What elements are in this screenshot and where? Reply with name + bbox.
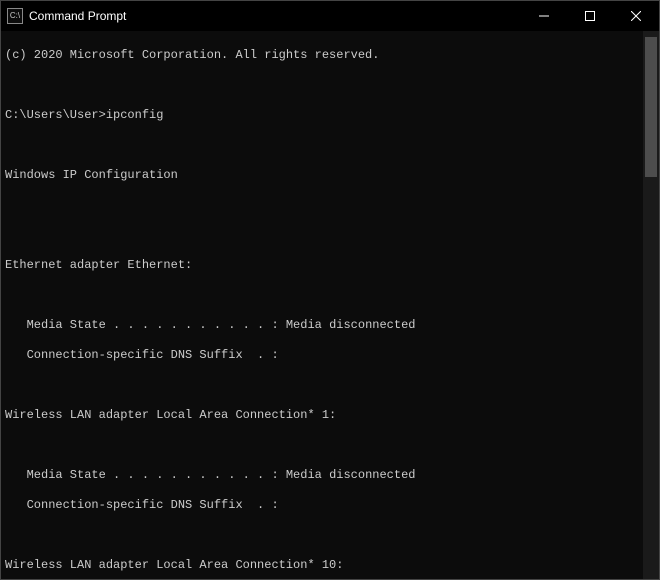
adapter-wlan1-title: Wireless LAN adapter Local Area Connecti… (5, 408, 639, 423)
typed-command: ipconfig (106, 108, 164, 122)
prompt-path: C:\Users\User> (5, 108, 106, 122)
ipconfig-header: Windows IP Configuration (5, 168, 639, 183)
copyright-text: (c) 2020 Microsoft Corporation. All righ… (5, 48, 379, 62)
titlebar-left: C:\ Command Prompt (1, 8, 126, 24)
command-line: C:\Users\User>ipconfig (5, 108, 639, 123)
scrollbar-thumb[interactable] (645, 37, 657, 177)
minimize-icon (539, 11, 549, 21)
maximize-button[interactable] (567, 1, 613, 31)
minimize-button[interactable] (521, 1, 567, 31)
close-button[interactable] (613, 1, 659, 31)
wlan1-dns-suffix: Connection-specific DNS Suffix . : (5, 498, 639, 513)
adapter-ethernet-title: Ethernet adapter Ethernet: (5, 258, 639, 273)
terminal-area: (c) 2020 Microsoft Corporation. All righ… (1, 31, 659, 579)
copyright-line: (c) 2020 Microsoft Corporation. All righ… (5, 48, 639, 63)
wlan1-media-state: Media State . . . . . . . . . . . : Medi… (5, 468, 639, 483)
scrollbar-track[interactable] (643, 31, 659, 579)
window-controls (521, 1, 659, 31)
window-title: Command Prompt (29, 9, 126, 23)
close-icon (631, 11, 641, 21)
ethernet-dns-suffix: Connection-specific DNS Suffix . : (5, 348, 639, 363)
adapter-wlan10-title: Wireless LAN adapter Local Area Connecti… (5, 558, 639, 573)
command-prompt-icon: C:\ (7, 8, 23, 24)
terminal-output[interactable]: (c) 2020 Microsoft Corporation. All righ… (1, 31, 643, 579)
command-prompt-window: C:\ Command Prompt (c) 2020 Microsoft Co… (0, 0, 660, 580)
maximize-icon (585, 11, 595, 21)
titlebar[interactable]: C:\ Command Prompt (1, 1, 659, 31)
ethernet-media-state: Media State . . . . . . . . . . . : Medi… (5, 318, 639, 333)
